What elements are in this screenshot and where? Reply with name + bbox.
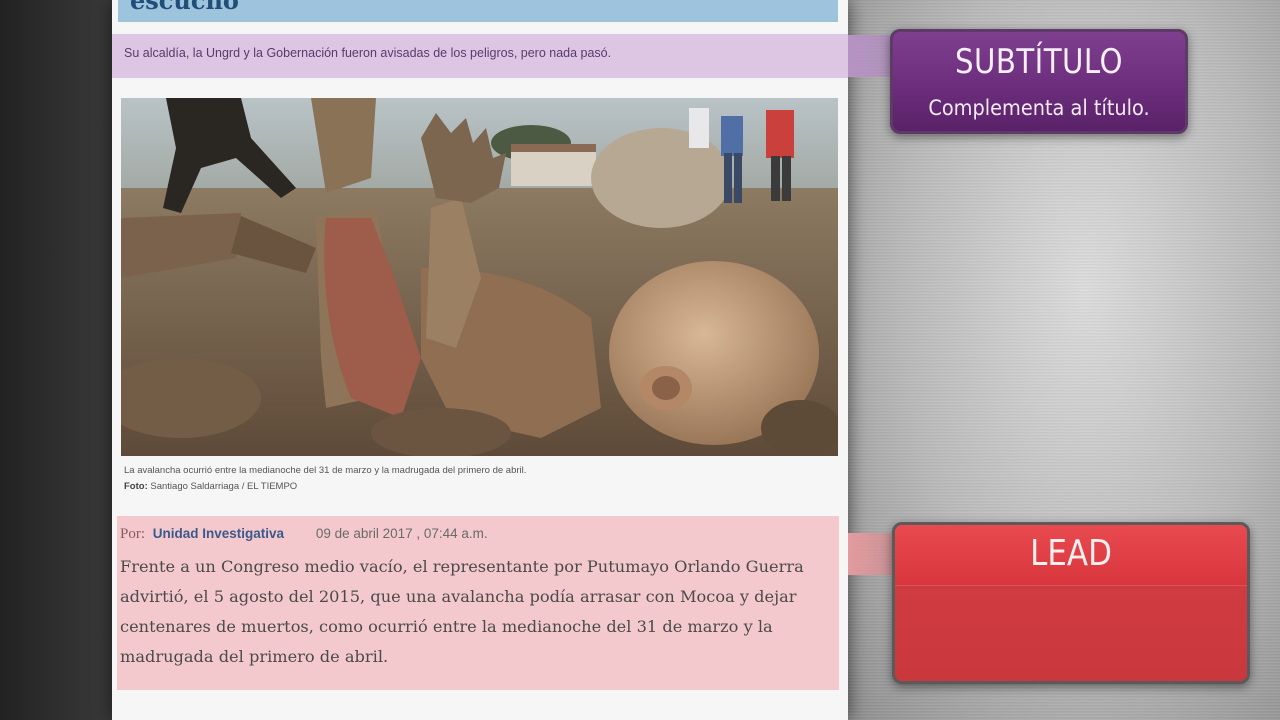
author-link[interactable]: Unidad Investigativa: [153, 526, 284, 541]
publish-date: 09 de abril 2017 , 07:44 a.m.: [315, 526, 488, 541]
subtitle-connector: [848, 35, 894, 77]
lead-connector: [848, 533, 896, 575]
lead-callout-body: [895, 585, 1247, 681]
byline-prefix: Por:: [120, 526, 146, 542]
lead-highlight: Por: Unidad Investigativa 09 de abril 20…: [117, 516, 839, 690]
subtitle-callout-heading: SUBTÍTULO: [955, 42, 1123, 82]
article-title-strip: escucho: [118, 0, 838, 22]
photo-credit-label: Foto:: [124, 481, 148, 492]
article-title: escucho: [130, 0, 239, 15]
byline: Por: Unidad Investigativa 09 de abril 20…: [120, 526, 488, 543]
subtitle-callout: SUBTÍTULO Complementa al título.: [890, 29, 1188, 134]
muddy-doll-photo: [121, 98, 838, 456]
lead-paragraph: Frente a un Congreso medio vacío, el rep…: [120, 557, 804, 666]
photo-caption: La avalancha ocurrió entre la medianoche…: [124, 465, 527, 476]
article-page: escucho Su alcaldía, la Ungrd y la Gober…: [112, 0, 848, 720]
left-background: [0, 0, 112, 720]
subtitle-highlight: Su alcaldía, la Ungrd y la Gobernación f…: [112, 34, 848, 78]
article-photo: [121, 98, 838, 456]
photo-credit: Foto: Santiago Saldarriaga / EL TIEMPO: [124, 481, 297, 492]
lead-callout: LEAD: [892, 522, 1250, 684]
article-subtitle: Su alcaldía, la Ungrd y la Gobernación f…: [124, 46, 612, 60]
lead-callout-heading: LEAD: [1030, 533, 1112, 574]
photo-credit-value: Santiago Saldarriaga / EL TIEMPO: [150, 481, 298, 492]
subtitle-callout-body: Complementa al título.: [928, 96, 1150, 120]
